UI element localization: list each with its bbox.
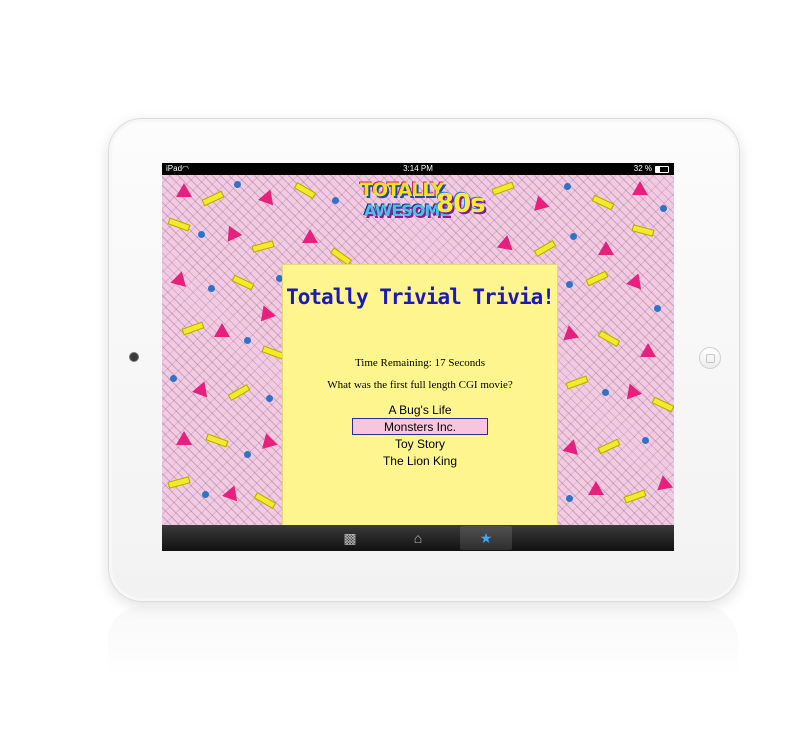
logo-text-totally: TOTALLY: [360, 179, 444, 201]
trivia-question: What was the first full length CGI movie…: [327, 379, 513, 391]
home-button[interactable]: [699, 347, 721, 369]
app-content: TOTALLY AWESOME 80s Totally Trivial Triv…: [162, 175, 674, 527]
answer-option-selected[interactable]: Monsters Inc.: [352, 418, 488, 435]
logo-text-80s: 80s: [436, 189, 486, 219]
tab-home[interactable]: ⌂: [392, 526, 444, 550]
tab-camera[interactable]: ▩: [324, 526, 376, 550]
battery-icon: [655, 166, 669, 173]
answer-option[interactable]: Toy Story: [352, 435, 488, 452]
time-remaining: Time Remaining: 17 Seconds: [354, 357, 486, 369]
home-icon: ⌂: [413, 530, 423, 546]
status-time: 3:14 PM: [403, 164, 433, 173]
star-icon: ★: [479, 530, 493, 546]
battery-percent: 32 %: [633, 164, 652, 173]
totally-awesome-80s-logo: TOTALLY AWESOME 80s: [360, 179, 486, 247]
answer-option[interactable]: A Bug's Life: [352, 401, 488, 418]
answer-list: A Bug's Life Monsters Inc. Toy Story The…: [283, 401, 557, 469]
tab-favorites[interactable]: ★: [460, 526, 512, 550]
trivia-card: Totally Trivial Trivia! Time Remaining: …: [282, 264, 558, 527]
camera-lens: [129, 352, 139, 362]
trivia-title: Totally Trivial Trivia!: [286, 285, 555, 309]
ipad-screen: iPad ◠ 3:14 PM 32 % TOTALLY AWESOME 80s …: [162, 163, 674, 551]
answer-option[interactable]: The Lion King: [352, 452, 488, 469]
camera-icon: ▩: [343, 530, 357, 546]
status-bar: iPad ◠ 3:14 PM 32 %: [162, 163, 674, 175]
device-reflection: [108, 606, 738, 726]
tab-bar: ▩ ⌂ ★: [162, 525, 674, 551]
